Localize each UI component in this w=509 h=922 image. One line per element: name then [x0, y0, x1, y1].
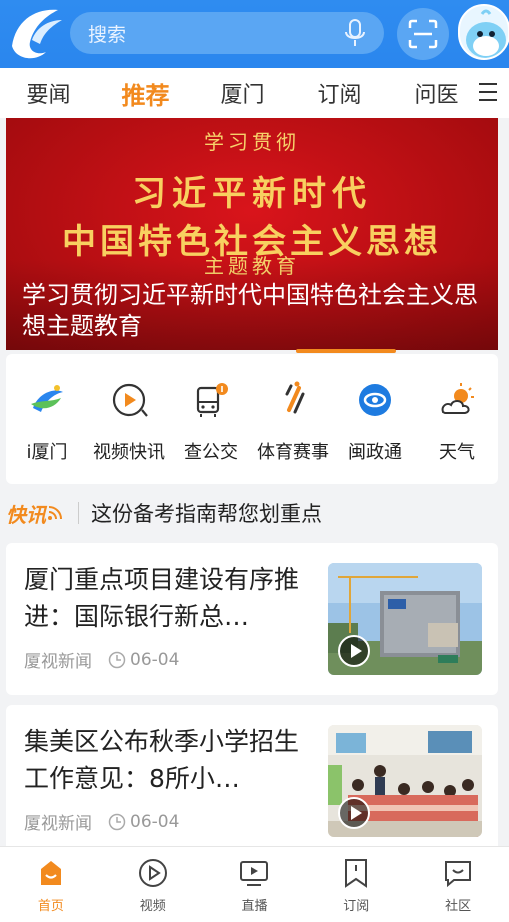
flash-divider: [78, 502, 79, 524]
live-icon: [240, 861, 269, 886]
news-date: 06-04: [130, 649, 180, 670]
news-source: 厦视新闻: [24, 814, 92, 834]
news-date: 06-04: [130, 811, 180, 832]
flash-news-bar[interactable]: 快讯 这份备考指南帮您划重点: [0, 490, 509, 536]
bottom-tab-label: 首页: [37, 899, 64, 914]
service-minzhengtong[interactable]: 闽政通: [334, 378, 416, 484]
news-card[interactable]: 厦门重点项目建设有序推进：国际银行新总… 厦视新闻 06-04: [6, 543, 498, 695]
microphone-icon[interactable]: [344, 18, 366, 48]
signal-icon: [48, 506, 62, 520]
community-icon: [445, 861, 472, 888]
avatar-mascot-icon: [466, 9, 506, 58]
news-title[interactable]: 厦门重点项目建设有序推进：国际银行新总…: [24, 561, 314, 635]
search-input[interactable]: 搜索: [88, 20, 344, 47]
user-avatar[interactable]: [458, 4, 509, 60]
play-icon[interactable]: [338, 635, 370, 667]
service-label: 闽政通: [348, 442, 402, 463]
news-title[interactable]: 集美区公布秋季小学招生工作意见：8所小…: [24, 723, 314, 797]
video-news-icon: [112, 383, 148, 417]
service-shortcuts: i厦门 视频快讯 查公交 体育赛事 闽政通 天气: [6, 354, 498, 484]
bottom-tab-label: 视频: [139, 899, 166, 914]
banner-caption: 学习贯彻习近平新时代中国特色社会主义思想主题教育: [22, 281, 478, 340]
hero-banner[interactable]: 学习贯彻 习近平新时代 中国特色社会主义思想 主题教育 学习贯彻习近平新时代中国…: [6, 118, 498, 350]
i-xiamen-icon: [31, 385, 63, 412]
video-icon: [138, 859, 167, 887]
bottom-tab-live[interactable]: 直播: [204, 847, 306, 922]
bottom-tab-subscribe[interactable]: 订阅: [305, 847, 407, 922]
news-thumbnail[interactable]: [328, 725, 482, 837]
service-label: 体育赛事: [257, 442, 329, 463]
weather-icon: [441, 383, 474, 414]
service-label: 查公交: [184, 442, 238, 463]
tab-news[interactable]: 要闻: [0, 77, 97, 109]
channel-tabs: 要闻 推荐 厦门 订阅 问医: [0, 68, 509, 118]
bus-icon: [196, 383, 228, 417]
play-icon[interactable]: [338, 797, 370, 829]
news-thumbnail[interactable]: [328, 563, 482, 675]
home-icon: [40, 861, 61, 885]
subscribe-icon: [345, 859, 368, 888]
news-meta: 厦视新闻 06-04: [24, 809, 180, 835]
banner-page-indicator: [296, 349, 396, 353]
service-video-news[interactable]: 视频快讯: [88, 378, 170, 484]
news-meta: 厦视新闻 06-04: [24, 647, 180, 673]
service-label: 视频快讯: [93, 442, 165, 463]
scan-button[interactable]: [397, 8, 449, 60]
bottom-navigation: 首页 视频 直播 订阅 社区: [0, 846, 509, 922]
service-label: i厦门: [26, 442, 68, 463]
scan-icon: [408, 19, 438, 49]
flash-badge: 快讯: [6, 499, 64, 528]
banner-subtitle-top: 学习贯彻: [204, 130, 300, 154]
search-bar[interactable]: 搜索: [70, 12, 384, 54]
service-i-xiamen[interactable]: i厦门: [6, 378, 88, 484]
tab-xiamen[interactable]: 厦门: [194, 77, 291, 109]
app-header: 搜索: [0, 0, 509, 68]
bottom-tab-community[interactable]: 社区: [407, 847, 509, 922]
bottom-tab-label: 直播: [241, 899, 268, 914]
menu-icon[interactable]: [477, 80, 499, 104]
bottom-tab-label: 订阅: [343, 899, 370, 914]
news-card[interactable]: 集美区公布秋季小学招生工作意见：8所小… 厦视新闻 06-04: [6, 705, 498, 857]
banner-headline-line1: 习近平新时代: [132, 174, 372, 214]
service-sports[interactable]: 体育赛事: [252, 378, 334, 484]
clock-icon: [108, 813, 126, 830]
tab-recommend[interactable]: 推荐: [97, 76, 194, 111]
service-label: 天气: [439, 442, 475, 463]
clock-icon: [108, 651, 126, 668]
service-bus[interactable]: 查公交: [170, 378, 252, 484]
service-weather[interactable]: 天气: [416, 378, 498, 484]
tab-ask-doctor[interactable]: 问医: [388, 77, 485, 109]
minzhengtong-icon: [359, 384, 391, 416]
flash-headline[interactable]: 这份备考指南帮您划重点: [91, 498, 322, 528]
flash-badge-label: 快讯: [6, 502, 46, 527]
tab-subscribe[interactable]: 订阅: [291, 77, 388, 109]
sports-icon: [285, 381, 305, 414]
bottom-tab-label: 社区: [445, 899, 472, 914]
bottom-tab-video[interactable]: 视频: [102, 847, 204, 922]
news-source: 厦视新闻: [24, 652, 92, 672]
app-logo-icon[interactable]: [6, 2, 68, 64]
bottom-tab-home[interactable]: 首页: [0, 847, 102, 922]
